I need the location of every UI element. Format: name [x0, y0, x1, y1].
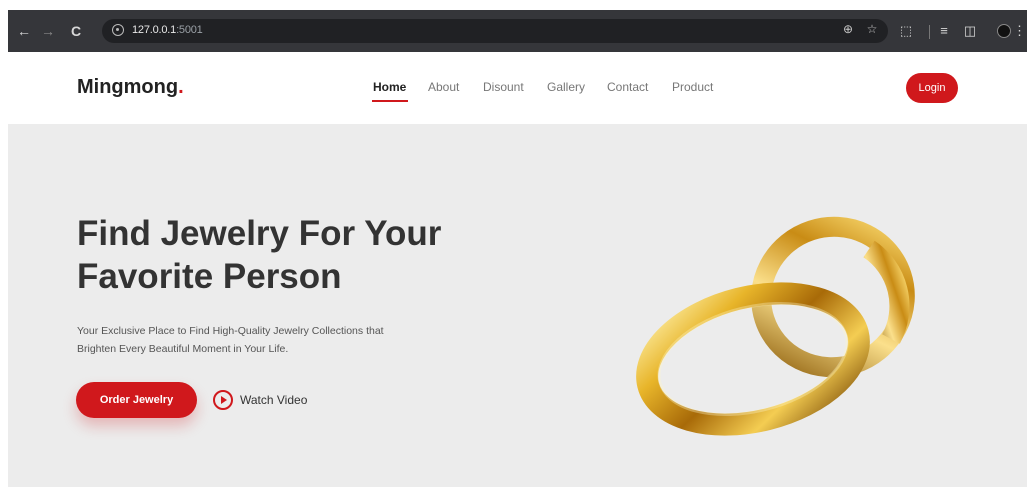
nav-gallery[interactable]: Gallery [547, 80, 585, 94]
site-header: Mingmong. Home About Disount Gallery Con… [8, 52, 1027, 124]
login-button[interactable]: Login [906, 73, 958, 103]
url-text[interactable]: 127.0.0.1:5001 [132, 24, 203, 36]
forward-icon[interactable]: → [38, 10, 58, 52]
reload-icon[interactable]: C [66, 10, 86, 52]
hero-subtitle-line2: Brighten Every Beautiful Moment in Your … [77, 343, 289, 355]
hero-subtitle-line1: Your Exclusive Place to Find High-Qualit… [77, 325, 384, 337]
zoom-icon[interactable]: ⊕ [840, 22, 856, 36]
menu-icon[interactable]: ⋮ [1013, 10, 1026, 52]
site-info-icon[interactable] [112, 24, 124, 36]
play-icon [213, 390, 233, 410]
star-icon[interactable]: ☆ [864, 22, 880, 36]
url-host: 127.0.0.1 [132, 24, 177, 36]
watch-video-button[interactable]: Watch Video [213, 388, 307, 412]
profile-avatar[interactable] [997, 24, 1011, 38]
address-bar[interactable]: 127.0.0.1:5001 ⊕ ☆ [102, 19, 888, 43]
back-icon[interactable]: ← [14, 10, 34, 52]
nav-product[interactable]: Product [672, 80, 713, 94]
nav-active-indicator [372, 100, 408, 102]
watch-video-label: Watch Video [240, 393, 308, 407]
tab-search-icon[interactable]: ≡ [936, 10, 952, 52]
logo-text: Mingmong [77, 76, 179, 98]
sidebar-icon[interactable]: ◫ [962, 10, 978, 52]
hero-title-line1: Find Jewelry For Your [77, 214, 442, 253]
hero-title-line2: Favorite Person [77, 257, 342, 296]
logo-dot: . [178, 76, 184, 98]
logo[interactable]: Mingmong. [77, 76, 184, 99]
order-jewelry-button[interactable]: Order Jewelry [76, 382, 197, 418]
nav-home[interactable]: Home [373, 80, 406, 94]
toolbar-divider [929, 25, 930, 39]
gold-rings-image [636, 216, 915, 436]
nav-about[interactable]: About [428, 80, 459, 94]
nav-discount[interactable]: Disount [483, 80, 524, 94]
extension-icon[interactable]: ⬚ [898, 10, 914, 52]
nav-contact[interactable]: Contact [607, 80, 648, 94]
hero-title: Find Jewelry For Your Favorite Person [77, 212, 497, 298]
hero-section: Find Jewelry For Your Favorite Person You… [8, 124, 1027, 487]
browser-toolbar: ← → C 127.0.0.1:5001 ⊕ ☆ ⬚ ≡ ◫ ⋮ [8, 10, 1027, 52]
url-port: :5001 [176, 24, 203, 36]
hero-subtitle: Your Exclusive Place to Find High-Qualit… [77, 322, 437, 358]
